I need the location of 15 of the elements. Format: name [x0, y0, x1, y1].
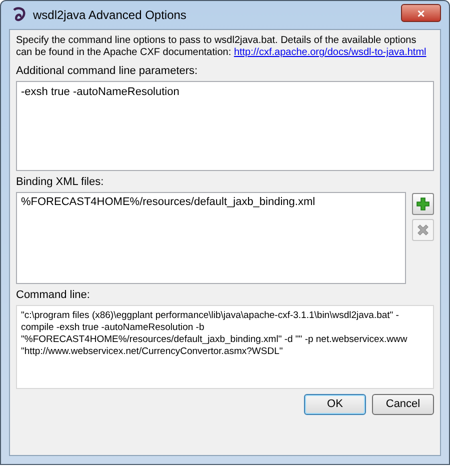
binding-item[interactable]: %FORECAST4HOME%/resources/default_jaxb_binding.xml	[20, 196, 402, 209]
binding-label: Binding XML files:	[16, 176, 105, 189]
add-button[interactable]	[412, 193, 434, 215]
dialog-button[interactable]: Cancel	[372, 394, 434, 415]
documentation-link[interactable]: http://cxf.apache.org/docs/wsdl-to-java.html	[234, 47, 426, 58]
description-text: Specify the command line options to pass to wsdl2java.bat. Details of the available options can be found in the Apache CXF documentation: http://cxf.apache.org/docs/wsdl-to-java.html	[16, 35, 428, 59]
app-icon	[11, 7, 27, 23]
window-title: wsdl2java Advanced Options	[33, 7, 188, 24]
command-line-field[interactable]: "c:\program files (x86)\eggplant performance\lib\java\apache-cxf-3.1.1\bin\wsdl2java.bat" -compile -exsh true -autoNameResolution -b "%FORECAST4HOME%/resources/default_jaxb_binding.xml" -d "" -p net.webservicex.www "http://www.webservicex.net/CurrencyConvertor.asmx?WSDL"	[16, 305, 434, 389]
parameters-field[interactable]: -exsh true -autoNameResolution	[16, 81, 434, 171]
delete-icon	[416, 223, 430, 237]
plus-icon	[416, 197, 430, 211]
command-line-label: Command line:	[16, 289, 91, 302]
dialog-button[interactable]: OK	[304, 394, 366, 415]
parameters-label: Additional command line parameters:	[16, 65, 199, 78]
